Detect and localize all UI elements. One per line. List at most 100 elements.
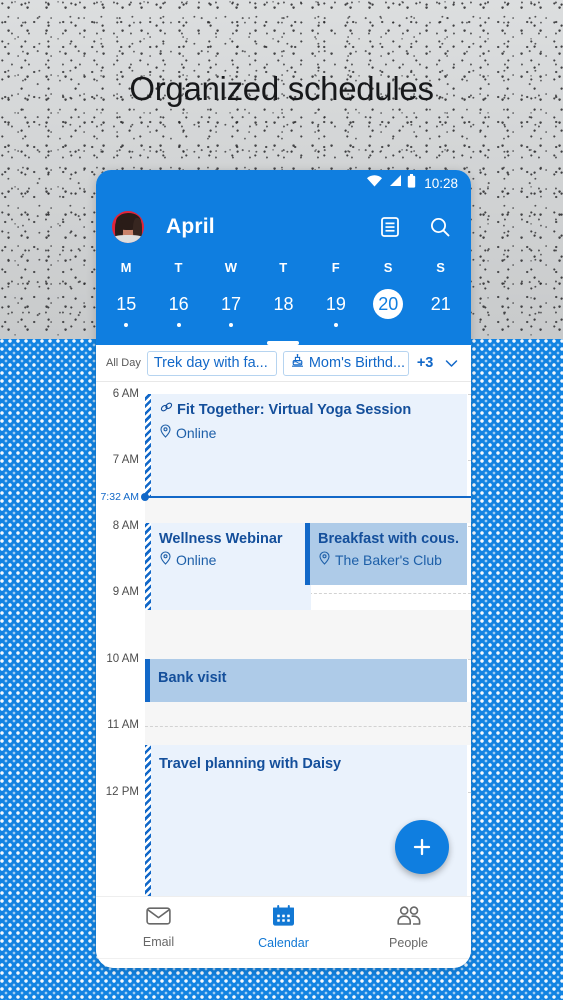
event-title: Travel planning with Daisy <box>159 756 342 772</box>
event-subtitle-row: Online <box>159 551 303 569</box>
all-day-label: All Day <box>106 357 141 369</box>
event-title: Wellness Webinar <box>159 531 283 547</box>
event-title: Bank visit <box>158 670 227 686</box>
status-time: 10:28 <box>424 175 458 191</box>
event-location: Online <box>176 552 217 568</box>
birthday-cake-icon <box>290 353 305 373</box>
day-timeline[interactable]: 6 AM 7 AM 8 AM 9 AM 10 AM 11 AM 12 PM 7:… <box>96 382 471 896</box>
calendar-icon <box>272 905 295 932</box>
hour-label: 9 AM <box>112 586 139 598</box>
week-strip: 15 16 17 18 19 20 21 <box>96 289 471 345</box>
event-dot <box>176 323 181 327</box>
event-title-row: Fit Together: Virtual Yoga Session <box>159 401 459 422</box>
battery-icon <box>407 173 416 193</box>
agenda-view-icon[interactable] <box>373 212 407 242</box>
signal-icon <box>388 174 402 192</box>
all-day-more-count[interactable]: +3 <box>417 355 434 371</box>
page-title: Organized schedules <box>129 70 434 107</box>
all-day-chip[interactable]: Mom's Birthd... <box>282 350 409 376</box>
tab-label: Email <box>142 935 175 949</box>
weekday-label: T <box>174 260 183 275</box>
day-number: 18 <box>273 294 294 314</box>
day-number: 17 <box>221 294 242 314</box>
event-block[interactable]: Bank visit <box>145 659 467 702</box>
people-icon <box>396 905 422 932</box>
tab-people[interactable]: People <box>346 897 471 958</box>
event-dot <box>229 323 234 327</box>
event-title-row: Travel planning with Daisy <box>159 755 459 774</box>
day-number: 20 <box>373 289 404 319</box>
weekday-label: S <box>436 260 446 275</box>
hour-label: 8 AM <box>112 520 139 532</box>
add-event-button[interactable] <box>395 820 449 874</box>
hour-label: 6 AM <box>112 388 139 400</box>
tab-label: Calendar <box>258 936 309 950</box>
day-number: 16 <box>168 294 189 314</box>
timeline-band <box>145 498 471 523</box>
status-bar: 10:28 <box>96 170 471 196</box>
tab-calendar[interactable]: Calendar <box>221 897 346 958</box>
bottom-tab-bar: Email Calendar People <box>96 896 471 958</box>
current-time-line <box>145 496 471 498</box>
weekday-header-row: M T W T F S S <box>96 260 471 275</box>
event-subtitle-row: The Baker's Club <box>318 551 459 569</box>
location-icon <box>318 551 331 569</box>
day-cell[interactable]: 17 <box>205 289 257 345</box>
android-nav-bar <box>96 958 471 968</box>
day-number: 19 <box>325 294 346 314</box>
chevron-down-icon[interactable] <box>443 355 460 372</box>
weekday-label: W <box>224 260 238 275</box>
event-title-row: Breakfast with cous... <box>318 530 459 549</box>
hour-label: 10 AM <box>106 653 139 665</box>
tab-email[interactable]: Email <box>96 897 221 958</box>
event-location: The Baker's Club <box>335 552 442 568</box>
event-dot <box>333 323 338 327</box>
search-icon[interactable] <box>423 212 457 242</box>
location-icon <box>159 424 172 442</box>
month-title[interactable]: April <box>166 215 373 239</box>
today-indicator <box>267 341 300 345</box>
location-icon <box>159 551 172 569</box>
event-subtitle-row: Online <box>159 424 459 442</box>
event-block[interactable]: Breakfast with cous... The Baker's Club <box>305 523 467 585</box>
day-cell[interactable]: 15 <box>100 289 152 345</box>
all-day-chip-label: Trek day with fa... <box>153 355 268 371</box>
day-cell[interactable]: 16 <box>152 289 204 345</box>
hour-label: 7 AM <box>112 454 139 466</box>
phone-mockup: 10:28 April M T W T F S S 15 16 17 18 19… <box>96 170 471 968</box>
event-title-row: Wellness Webinar <box>159 530 303 549</box>
event-block[interactable]: Fit Together: Virtual Yoga Session Onlin… <box>145 394 467 498</box>
event-title-row: Bank visit <box>158 669 459 688</box>
event-location: Online <box>176 425 217 441</box>
hour-label: 12 PM <box>105 786 139 798</box>
day-number: 15 <box>116 294 137 314</box>
weekday-label: M <box>120 260 132 275</box>
hour-label: 11 AM <box>107 719 139 731</box>
mail-icon <box>146 906 171 931</box>
day-cell-today[interactable]: 18 <box>257 289 309 345</box>
app-header: 10:28 April M T W T F S S 15 16 17 18 19… <box>96 170 471 345</box>
hour-gutter: 6 AM 7 AM 8 AM 9 AM 10 AM 11 AM 12 PM 7:… <box>96 382 145 896</box>
day-cell[interactable]: 19 <box>310 289 362 345</box>
event-block[interactable]: Wellness Webinar Online <box>145 523 311 610</box>
all-day-chip-label: Mom's Birthd... <box>308 355 406 371</box>
event-dot <box>124 323 129 327</box>
hour-gridline <box>145 726 471 727</box>
day-cell[interactable]: 21 <box>415 289 467 345</box>
all-day-row: All Day Trek day with fa... Mom's Birthd… <box>96 345 471 382</box>
day-cell-selected[interactable]: 20 <box>362 289 414 345</box>
add-event-icon <box>413 838 431 856</box>
current-time-label: 7:32 AM <box>100 491 139 503</box>
link-icon <box>159 401 174 422</box>
timeline-band <box>145 610 471 659</box>
weekday-label: F <box>331 260 341 275</box>
app-bar: April <box>96 196 471 258</box>
all-day-chip[interactable]: Trek day with fa... <box>146 350 277 376</box>
day-number: 21 <box>430 294 451 314</box>
weekday-label: S <box>383 260 393 275</box>
tab-label: People <box>389 935 428 950</box>
current-time-dot <box>141 493 149 501</box>
avatar[interactable] <box>112 211 144 243</box>
weekday-label: T <box>279 260 288 275</box>
event-title: Breakfast with cous... <box>318 531 459 547</box>
